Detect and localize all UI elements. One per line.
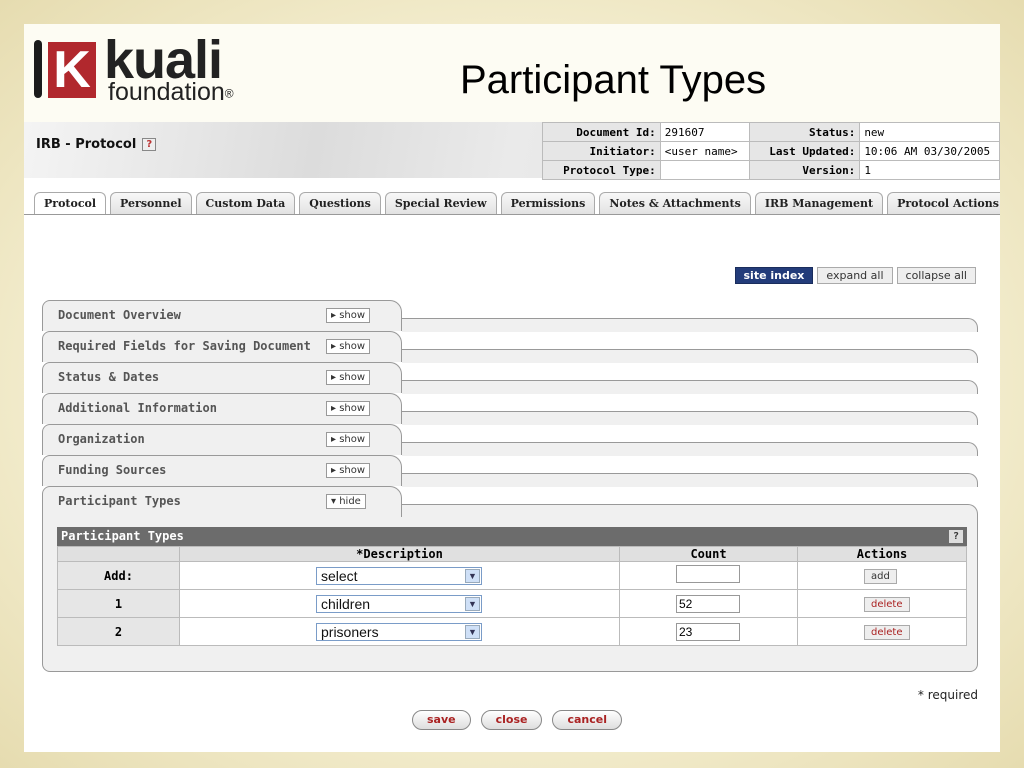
description-select[interactable]: prisoners ▼ bbox=[316, 622, 482, 641]
collapse-all-button[interactable]: collapse all bbox=[896, 267, 976, 284]
count-input[interactable]: 52 bbox=[676, 594, 740, 613]
chevron-down-icon: ▼ bbox=[465, 596, 480, 611]
section-title: Participant Types bbox=[58, 494, 181, 508]
tab-notes-attachments[interactable]: Notes & Attachments bbox=[599, 192, 751, 214]
show-button[interactable]: ▸ show bbox=[326, 370, 371, 385]
section-organization: Organization ▸ show bbox=[42, 424, 978, 456]
section-title: Additional Information bbox=[58, 401, 217, 415]
chevron-down-icon: ▼ bbox=[465, 624, 480, 639]
description-select[interactable]: children ▼ bbox=[316, 594, 482, 613]
logo-bracket bbox=[34, 40, 42, 98]
status-label: Status: bbox=[748, 122, 861, 142]
status-value: new bbox=[859, 122, 1000, 142]
participant-types-table: *Description Count Actions Add: select ▼ … bbox=[57, 546, 967, 646]
page-actions: site index expand all collapse all bbox=[734, 267, 976, 284]
show-button[interactable]: ▸ show bbox=[326, 401, 371, 416]
tab-questions[interactable]: Questions bbox=[299, 192, 381, 214]
site-index-button[interactable]: site index bbox=[734, 267, 814, 284]
document-id-value: 291607 bbox=[659, 122, 750, 142]
description-select[interactable]: select ▼ bbox=[316, 566, 482, 585]
version-value: 1 bbox=[859, 160, 1000, 180]
tab-bar: Protocol Personnel Custom Data Questions… bbox=[34, 192, 1000, 214]
delete-button[interactable]: delete bbox=[864, 596, 910, 612]
tab-protocol-actions[interactable]: Protocol Actions bbox=[887, 192, 1000, 214]
participant-types-header: Participant Types ? bbox=[57, 527, 967, 546]
logo-subtitle: foundation® bbox=[108, 78, 234, 106]
add-label: Add: bbox=[57, 561, 180, 590]
last-updated-label: Last Updated: bbox=[748, 141, 861, 161]
section-status-dates: Status & Dates ▸ show bbox=[42, 362, 978, 394]
help-icon[interactable]: ? bbox=[949, 530, 963, 543]
section-list: Document Overview ▸ show Required Fields… bbox=[42, 300, 978, 518]
section-additional-information: Additional Information ▸ show bbox=[42, 393, 978, 425]
kuali-logo: K kuali foundation® bbox=[34, 32, 304, 106]
column-header: *Description bbox=[179, 546, 620, 562]
last-updated-value: 10:06 AM 03/30/2005 bbox=[859, 141, 1000, 161]
column-header bbox=[57, 546, 180, 562]
slide-title: Participant Types bbox=[460, 58, 767, 102]
add-row: Add: select ▼ add bbox=[57, 561, 967, 590]
required-note: * required bbox=[917, 688, 978, 702]
section-title: Document Overview bbox=[58, 308, 181, 322]
column-header: Actions bbox=[797, 546, 967, 562]
tab-irb-management[interactable]: IRB Management bbox=[754, 192, 884, 214]
tab-special-review[interactable]: Special Review bbox=[384, 192, 497, 214]
form-actions: save close cancel bbox=[412, 710, 622, 730]
table-row: 2 prisoners ▼ 23 delete bbox=[57, 617, 967, 646]
slide: K kuali foundation® Participant Types IR… bbox=[24, 24, 1000, 752]
help-icon[interactable]: ? bbox=[142, 138, 157, 151]
add-button[interactable]: add bbox=[864, 568, 897, 584]
show-button[interactable]: ▸ show bbox=[326, 339, 371, 354]
tab-custom-data[interactable]: Custom Data bbox=[195, 192, 296, 214]
chevron-down-icon: ▼ bbox=[465, 568, 480, 583]
initiator-label: Initiator: bbox=[542, 141, 661, 161]
tab-protocol[interactable]: Protocol bbox=[34, 192, 107, 214]
section-document-overview: Document Overview ▸ show bbox=[42, 300, 978, 332]
app-header: IRB - Protocol? Document Id: 291607 Stat… bbox=[24, 122, 1000, 180]
show-button[interactable]: ▸ show bbox=[326, 308, 371, 323]
cancel-button[interactable]: cancel bbox=[552, 710, 622, 730]
section-required-fields: Required Fields for Saving Document ▸ sh… bbox=[42, 331, 978, 363]
section-title: Required Fields for Saving Document bbox=[58, 339, 311, 353]
page-title: IRB - Protocol? bbox=[36, 137, 157, 152]
count-input[interactable] bbox=[676, 565, 740, 583]
row-number: 1 bbox=[57, 589, 180, 618]
table-row: 1 children ▼ 52 delete bbox=[57, 589, 967, 618]
hide-button[interactable]: ▾ hide bbox=[326, 494, 366, 509]
section-title: Status & Dates bbox=[58, 370, 160, 384]
logo-k-glyph: K bbox=[53, 41, 91, 99]
slide-header: K kuali foundation® Participant Types bbox=[24, 24, 1000, 120]
table-header-row: *Description Count Actions bbox=[57, 546, 967, 562]
show-button[interactable]: ▸ show bbox=[326, 432, 371, 447]
section-title: Organization bbox=[58, 432, 145, 446]
row-number: 2 bbox=[57, 617, 180, 646]
tab-divider bbox=[24, 214, 1000, 215]
app-screenshot: IRB - Protocol? Document Id: 291607 Stat… bbox=[24, 122, 1000, 752]
section-participant-types: Participant Types ▾ hide bbox=[42, 486, 978, 518]
delete-button[interactable]: delete bbox=[864, 624, 910, 640]
section-funding-sources: Funding Sources ▸ show bbox=[42, 455, 978, 487]
initiator-value: <user name> bbox=[659, 141, 750, 161]
tab-personnel[interactable]: Personnel bbox=[110, 192, 192, 214]
protocol-type-label: Protocol Type: bbox=[542, 160, 661, 180]
version-label: Version: bbox=[748, 160, 861, 180]
participant-types-panel: Participant Types ? *Description Count A… bbox=[42, 517, 978, 672]
document-info-table: Document Id: 291607 Status: new Initiato… bbox=[542, 122, 1000, 180]
protocol-type-value bbox=[659, 160, 750, 180]
expand-all-button[interactable]: expand all bbox=[817, 267, 893, 284]
section-title: Funding Sources bbox=[58, 463, 167, 477]
tab-permissions[interactable]: Permissions bbox=[500, 192, 596, 214]
save-button[interactable]: save bbox=[412, 710, 471, 730]
count-input[interactable]: 23 bbox=[676, 622, 740, 641]
show-button[interactable]: ▸ show bbox=[326, 463, 371, 478]
column-header: Count bbox=[619, 546, 798, 562]
close-button[interactable]: close bbox=[480, 710, 543, 730]
document-id-label: Document Id: bbox=[542, 122, 661, 142]
